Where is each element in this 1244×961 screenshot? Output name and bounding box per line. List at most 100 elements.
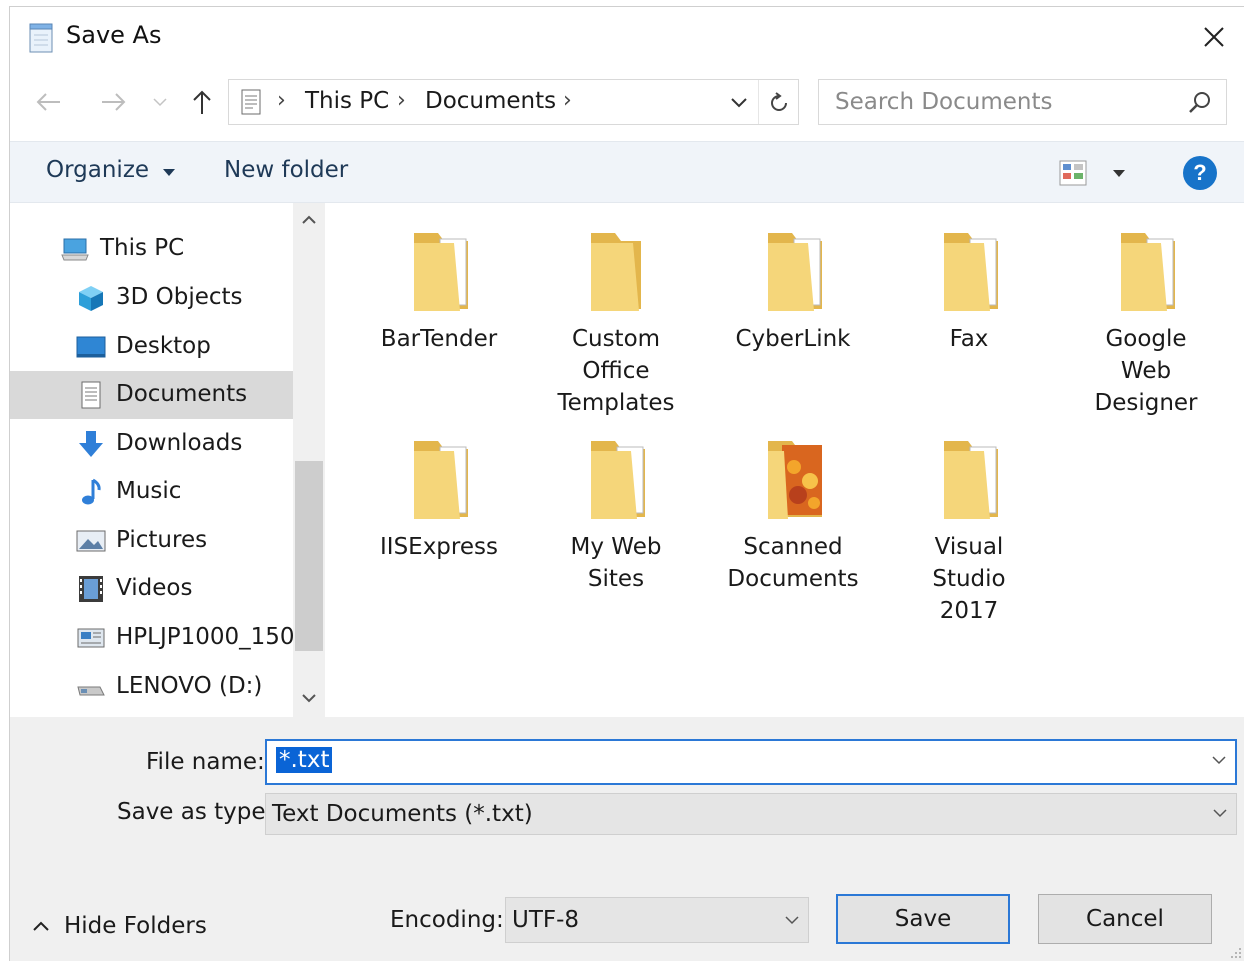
nav-item-label: This PC: [100, 235, 185, 261]
nav-item-pictures[interactable]: Pictures: [10, 517, 293, 565]
nav-item-hpljp1000[interactable]: HPLJP1000_1500: [10, 614, 293, 662]
folder-with-document-icon: [414, 441, 468, 519]
nav-item-label: Documents: [116, 381, 248, 407]
computer-icon: [61, 238, 89, 261]
folder-item-visual-studio-2017[interactable]: Visual Studio 2017: [894, 437, 1044, 627]
hide-folders-button[interactable]: Hide Folders: [32, 913, 207, 939]
folder-item-scanned-documents[interactable]: Scanned Documents: [718, 437, 868, 595]
folder-label: Scanned Documents: [727, 534, 859, 592]
folder-with-document-icon: [414, 233, 468, 311]
search-box[interactable]: Search Documents: [818, 79, 1227, 125]
arrow-right-icon: [102, 93, 126, 111]
folder-item-google-web-designer[interactable]: Google Web Designer: [1071, 229, 1221, 419]
refresh-button[interactable]: [762, 86, 796, 120]
up-button[interactable]: [188, 87, 216, 117]
file-name-input[interactable]: *.txt: [265, 739, 1237, 785]
folder-item-iisexpress[interactable]: IISExpress: [364, 437, 514, 563]
save-type-label: Save as type:: [117, 799, 274, 825]
nav-item-label: Downloads: [116, 430, 243, 456]
desktop-icon: [76, 336, 106, 358]
nav-item-desktop[interactable]: Desktop: [10, 323, 293, 371]
close-icon: [1204, 27, 1224, 47]
divider: [758, 80, 759, 124]
folder-icon: [591, 233, 641, 311]
chevron-down-icon[interactable]: [302, 693, 316, 703]
save-type-select[interactable]: Text Documents (*.txt): [265, 793, 1237, 835]
refresh-icon: [771, 92, 787, 111]
nav-item-label: 3D Objects: [116, 284, 243, 310]
recent-locations-button[interactable]: [150, 87, 170, 117]
forward-button[interactable]: [98, 87, 128, 117]
hide-folders-label: Hide Folders: [64, 913, 207, 939]
chevron-down-icon[interactable]: [1211, 754, 1227, 766]
command-toolbar: Organize New folder ?: [10, 141, 1244, 203]
breadcrumb-this-pc[interactable]: This PC: [305, 88, 389, 114]
title-bar: Save As: [10, 7, 1244, 67]
search-input[interactable]: Search Documents: [835, 89, 1052, 115]
nav-item-3d-objects[interactable]: 3D Objects: [10, 274, 293, 322]
chevron-down-icon[interactable]: [729, 92, 749, 112]
nav-item-this-pc[interactable]: This PC: [10, 225, 293, 273]
nav-item-label: Videos: [116, 575, 193, 601]
new-folder-button[interactable]: New folder: [224, 157, 348, 183]
folder-label: CyberLink: [735, 326, 851, 352]
nav-item-music[interactable]: Music: [10, 468, 293, 516]
chevron-down-icon: [153, 98, 167, 107]
back-button[interactable]: [34, 87, 64, 117]
nav-item-downloads[interactable]: Downloads: [10, 420, 293, 468]
folder-label: My Web Sites: [570, 534, 662, 592]
folder-item-fax[interactable]: Fax: [894, 229, 1044, 355]
chevron-up-icon: [33, 921, 49, 931]
notepad-icon: [29, 23, 53, 53]
scrollbar-thumb[interactable]: [295, 461, 323, 651]
nav-item-documents[interactable]: Documents: [10, 371, 293, 419]
cube-icon: [79, 286, 103, 311]
folder-item-my-web-sites[interactable]: My Web Sites: [541, 437, 691, 595]
resize-grip-icon[interactable]: [1229, 946, 1243, 960]
drive-icon: [77, 686, 105, 696]
breadcrumb-separator: ›: [277, 88, 286, 113]
document-icon: [241, 89, 261, 115]
folder-with-document-icon: [1121, 233, 1175, 311]
breadcrumb-separator[interactable]: ›: [563, 88, 572, 113]
caret-down-icon[interactable]: [1112, 168, 1126, 178]
film-icon: [79, 576, 103, 602]
folder-label: Google Web Designer: [1094, 326, 1198, 416]
nav-scrollbar[interactable]: [293, 203, 325, 717]
nav-item-label: HPLJP1000_1500: [116, 624, 293, 650]
arrow-up-icon: [193, 90, 211, 114]
close-button[interactable]: [1194, 17, 1234, 57]
encoding-select[interactable]: UTF-8: [505, 897, 809, 943]
download-arrow-icon: [79, 431, 103, 457]
organize-menu[interactable]: Organize: [46, 157, 176, 183]
folder-with-document-icon: [591, 441, 645, 519]
nav-item-videos[interactable]: Videos: [10, 565, 293, 613]
folder-item-bartender[interactable]: BarTender: [364, 229, 514, 355]
save-as-dialog: Save As › This PC › Documents › Search D…: [9, 6, 1244, 961]
navigation-pane: This PC 3D Objects Desktop Documents Dow…: [10, 203, 293, 717]
nav-item-lenovo-d[interactable]: LENOVO (D:): [10, 663, 293, 711]
encoding-value: UTF-8: [512, 907, 580, 933]
view-options-icon[interactable]: [1059, 160, 1087, 186]
folder-with-document-icon: [768, 233, 822, 311]
save-button[interactable]: Save: [836, 894, 1010, 944]
arrow-left-icon: [36, 93, 60, 111]
network-drive-icon: [77, 628, 105, 648]
breadcrumb-separator: ›: [397, 88, 406, 113]
caret-down-icon: [163, 169, 176, 176]
help-button[interactable]: ?: [1183, 156, 1217, 190]
save-type-value: Text Documents (*.txt): [272, 801, 533, 827]
folder-with-document-icon: [944, 233, 998, 311]
folder-label: Visual Studio 2017: [932, 534, 1006, 624]
file-list: BarTender Custom Office Templates CyberL…: [328, 203, 1244, 717]
encoding-label: Encoding:: [390, 907, 504, 933]
address-bar[interactable]: › This PC › Documents ›: [228, 79, 799, 125]
music-note-icon: [82, 478, 101, 505]
breadcrumb-documents[interactable]: Documents: [425, 88, 556, 114]
chevron-up-icon[interactable]: [302, 215, 316, 225]
dialog-title: Save As: [66, 21, 162, 49]
folder-item-cyberlink[interactable]: CyberLink: [718, 229, 868, 355]
folder-with-document-icon: [944, 441, 998, 519]
folder-item-custom-office-templates[interactable]: Custom Office Templates: [541, 229, 691, 419]
cancel-button[interactable]: Cancel: [1038, 894, 1212, 944]
